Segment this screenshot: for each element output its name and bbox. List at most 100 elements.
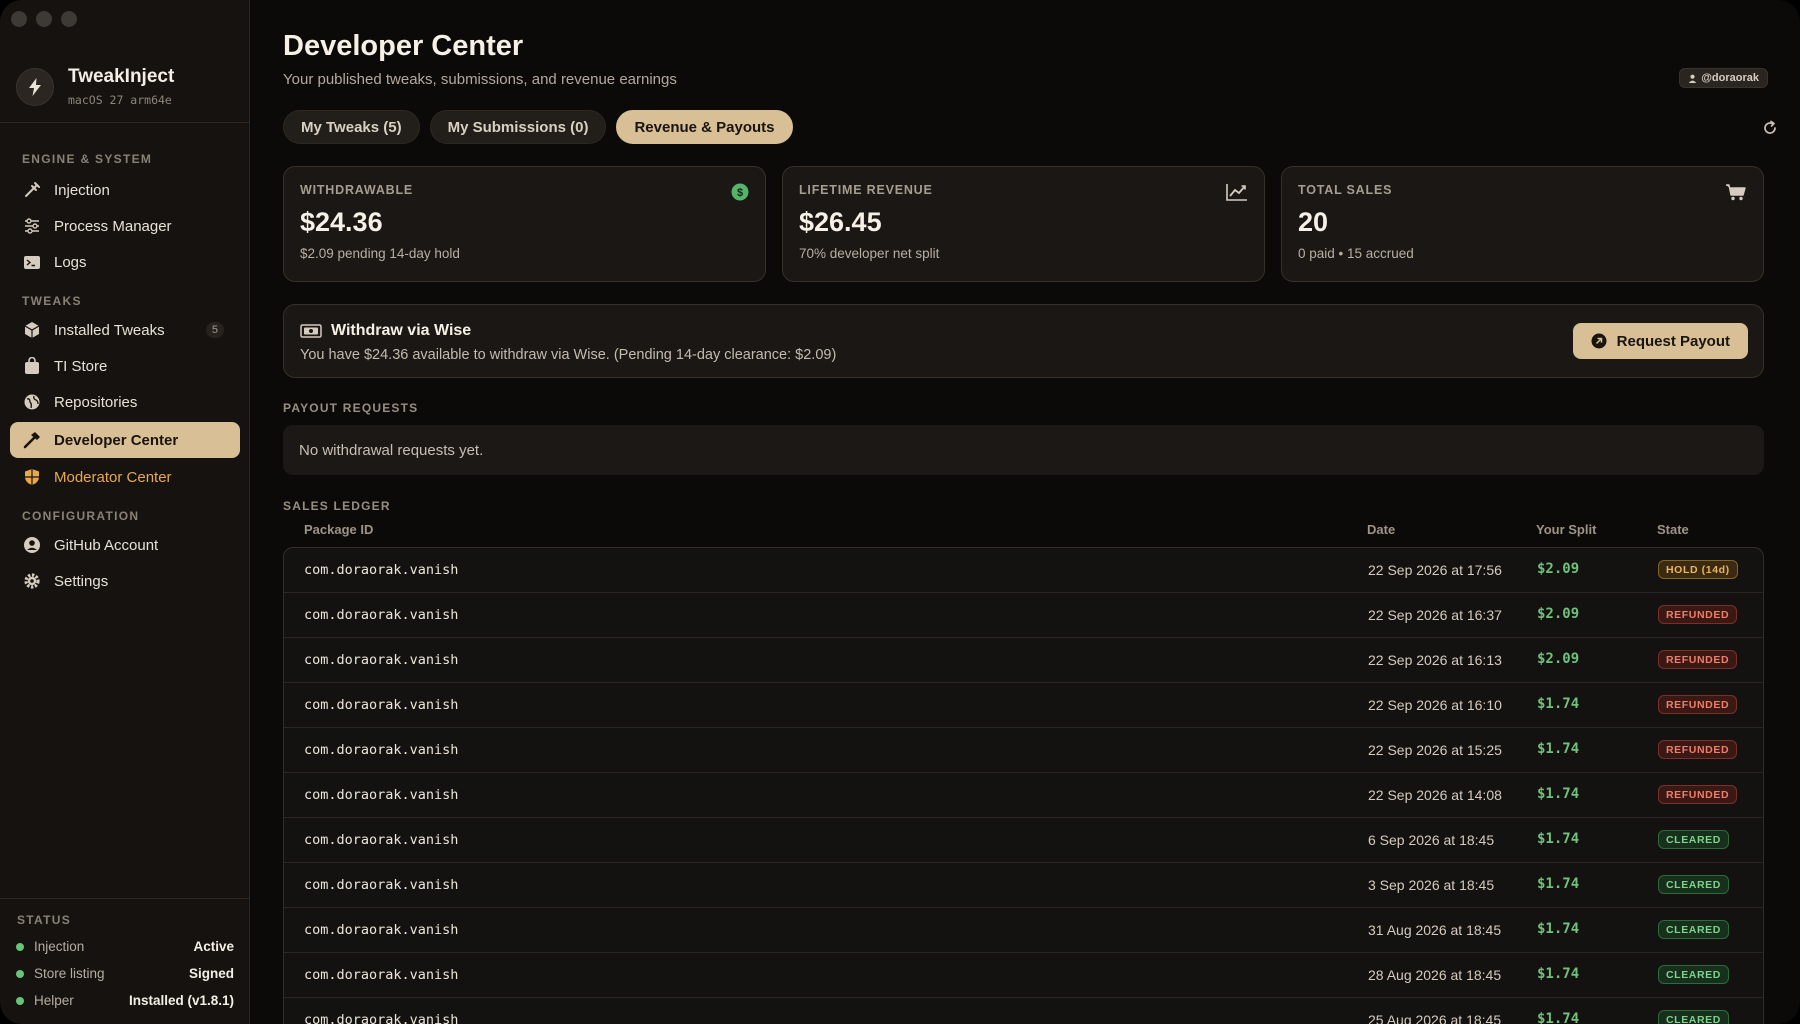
sidebar-item-developer-center[interactable]: Developer Center [10, 422, 240, 458]
package-id-cell: com.doraorak.vanish [304, 1012, 459, 1024]
sidebar-item-label: Settings [54, 572, 109, 590]
chart-icon [1226, 183, 1248, 206]
split-cell: $1.74 [1537, 831, 1580, 847]
table-row[interactable]: com.doraorak.vanish 22 Sep 2026 at 14:08 $… [284, 773, 1763, 818]
state-badge: REFUNDED [1658, 650, 1738, 669]
sidebar-item-label: Installed Tweaks [54, 321, 165, 339]
status-row-store-listing: Store listing Signed [16, 966, 234, 981]
column-your-split: Your Split [1536, 522, 1597, 537]
sidebar-item-injection[interactable]: Injection [10, 172, 240, 208]
state-badge: CLEARED [1658, 830, 1729, 849]
zoom-window-button[interactable] [61, 11, 77, 27]
sidebar-item-ti-store[interactable]: TI Store [10, 348, 240, 384]
table-row[interactable]: com.doraorak.vanish 3 Sep 2026 at 18:45 $1… [284, 863, 1763, 908]
withdraw-panel: Withdraw via Wise You have $24.36 availa… [283, 304, 1764, 378]
user-handle: @doraorak [1701, 72, 1759, 84]
sidebar-item-github-account[interactable]: GitHub Account [10, 527, 240, 563]
user-chip[interactable]: @doraorak [1679, 68, 1768, 88]
request-payout-label: Request Payout [1616, 332, 1730, 350]
package-id-cell: com.doraorak.vanish [304, 922, 459, 938]
sidebar-item-label: Moderator Center [54, 468, 172, 486]
sidebar-item-repositories[interactable]: Repositories [10, 384, 240, 420]
refresh-icon[interactable] [1760, 118, 1780, 138]
package-id-cell: com.doraorak.vanish [304, 697, 459, 713]
date-cell: 22 Sep 2026 at 16:37 [1368, 607, 1502, 623]
sidebar-item-label: Repositories [54, 393, 138, 411]
table-row[interactable]: com.doraorak.vanish 22 Sep 2026 at 17:56 $… [284, 548, 1763, 593]
table-row[interactable]: com.doraorak.vanish 25 Aug 2026 at 18:45 $… [284, 998, 1763, 1024]
sidebar-item-label: Logs [54, 253, 87, 271]
date-cell: 28 Aug 2026 at 18:45 [1368, 967, 1502, 983]
table-row[interactable]: com.doraorak.vanish 6 Sep 2026 at 18:45 $1… [284, 818, 1763, 863]
bolt-icon [16, 67, 54, 106]
split-cell: $1.74 [1537, 876, 1580, 892]
hammer-icon [22, 430, 42, 450]
card-note: $2.09 pending 14-day hold [300, 246, 460, 261]
person-circle-icon [22, 535, 42, 555]
tab-revenue-payouts[interactable]: Revenue & Payouts [616, 110, 793, 144]
column-state: State [1657, 522, 1689, 537]
request-payout-button[interactable]: Request Payout [1572, 323, 1748, 359]
card-label: WITHDRAWABLE [300, 183, 414, 197]
status-dot-icon [16, 996, 24, 1005]
minimize-window-button[interactable] [36, 11, 52, 27]
table-row[interactable]: com.doraorak.vanish 22 Sep 2026 at 15:25 $… [284, 728, 1763, 773]
cart-icon [1725, 183, 1747, 206]
sidebar: TweakInject macOS 27 arm64e ENGINE & SYS… [0, 0, 250, 1024]
card-note: 0 paid • 15 accrued [1298, 246, 1414, 261]
payout-requests-title: PAYOUT REQUESTS [283, 401, 419, 415]
date-cell: 22 Sep 2026 at 17:56 [1368, 562, 1502, 578]
sidebar-item-label: Process Manager [54, 217, 172, 235]
shield-icon [22, 467, 42, 487]
sales-ledger-table: com.doraorak.vanish 22 Sep 2026 at 17:56 $… [283, 547, 1764, 1024]
sidebar-item-moderator-center[interactable]: Moderator Center [10, 459, 240, 495]
table-row[interactable]: com.doraorak.vanish 22 Sep 2026 at 16:13 $… [284, 638, 1763, 683]
status-key: Store listing [34, 966, 105, 981]
state-badge: REFUNDED [1658, 695, 1738, 714]
date-cell: 22 Sep 2026 at 14:08 [1368, 787, 1502, 803]
person-icon [1688, 74, 1697, 83]
payout-requests-empty: No withdrawal requests yet. [283, 425, 1764, 475]
table-row[interactable]: com.doraorak.vanish 22 Sep 2026 at 16:37 $… [284, 593, 1763, 638]
tab-my-tweaks[interactable]: My Tweaks (5) [283, 110, 420, 144]
status-value: Installed (v1.8.1) [128, 993, 234, 1008]
date-cell: 22 Sep 2026 at 15:25 [1368, 742, 1502, 758]
table-row[interactable]: com.doraorak.vanish 31 Aug 2026 at 18:45 $… [284, 908, 1763, 953]
sidebar-item-label: Injection [54, 181, 110, 199]
date-cell: 22 Sep 2026 at 16:13 [1368, 652, 1502, 668]
brand-name: TweakInject [68, 66, 175, 87]
state-badge: CLEARED [1658, 1010, 1729, 1024]
tab-my-submissions[interactable]: My Submissions (0) [429, 110, 607, 144]
withdraw-description: You have $24.36 available to withdraw vi… [300, 347, 837, 363]
close-window-button[interactable] [11, 11, 27, 27]
date-cell: 3 Sep 2026 at 18:45 [1368, 877, 1495, 893]
status-value: Active [193, 939, 234, 954]
installed-count-badge: 5 [205, 322, 224, 338]
column-package-id: Package ID [304, 522, 374, 537]
package-id-cell: com.doraorak.vanish [304, 877, 459, 893]
split-cell: $2.09 [1537, 651, 1580, 667]
card-total-sales: TOTAL SALES 20 0 paid • 15 accrued [1281, 166, 1764, 282]
table-row[interactable]: com.doraorak.vanish 28 Aug 2026 at 18:45 $… [284, 953, 1763, 998]
state-badge: REFUNDED [1658, 605, 1738, 624]
sidebar-item-label: Developer Center [54, 431, 179, 449]
split-cell: $2.09 [1537, 561, 1580, 577]
sidebar-item-logs[interactable]: Logs [10, 244, 240, 280]
sidebar-item-settings[interactable]: Settings [10, 563, 240, 599]
arrow-circle-icon [1591, 333, 1607, 349]
table-row[interactable]: com.doraorak.vanish 22 Sep 2026 at 16:10 $… [284, 683, 1763, 728]
gear-icon [22, 571, 42, 591]
sidebar-item-process-manager[interactable]: Process Manager [10, 208, 240, 244]
sidebar-item-installed-tweaks[interactable]: Installed Tweaks 5 [10, 312, 240, 348]
sidebar-item-label: TI Store [54, 357, 108, 375]
package-id-cell: com.doraorak.vanish [304, 967, 459, 983]
sales-ledger-title: SALES LEDGER [283, 499, 391, 513]
state-badge: CLEARED [1658, 875, 1729, 894]
state-badge: CLEARED [1658, 965, 1729, 984]
divider [0, 122, 250, 123]
withdraw-title: Withdraw via Wise [300, 322, 471, 340]
state-badge: HOLD (14d) [1658, 560, 1738, 579]
globe-icon [22, 392, 42, 412]
brand: TweakInject macOS 27 arm64e [16, 66, 174, 107]
card-label: LIFETIME REVENUE [799, 183, 933, 197]
